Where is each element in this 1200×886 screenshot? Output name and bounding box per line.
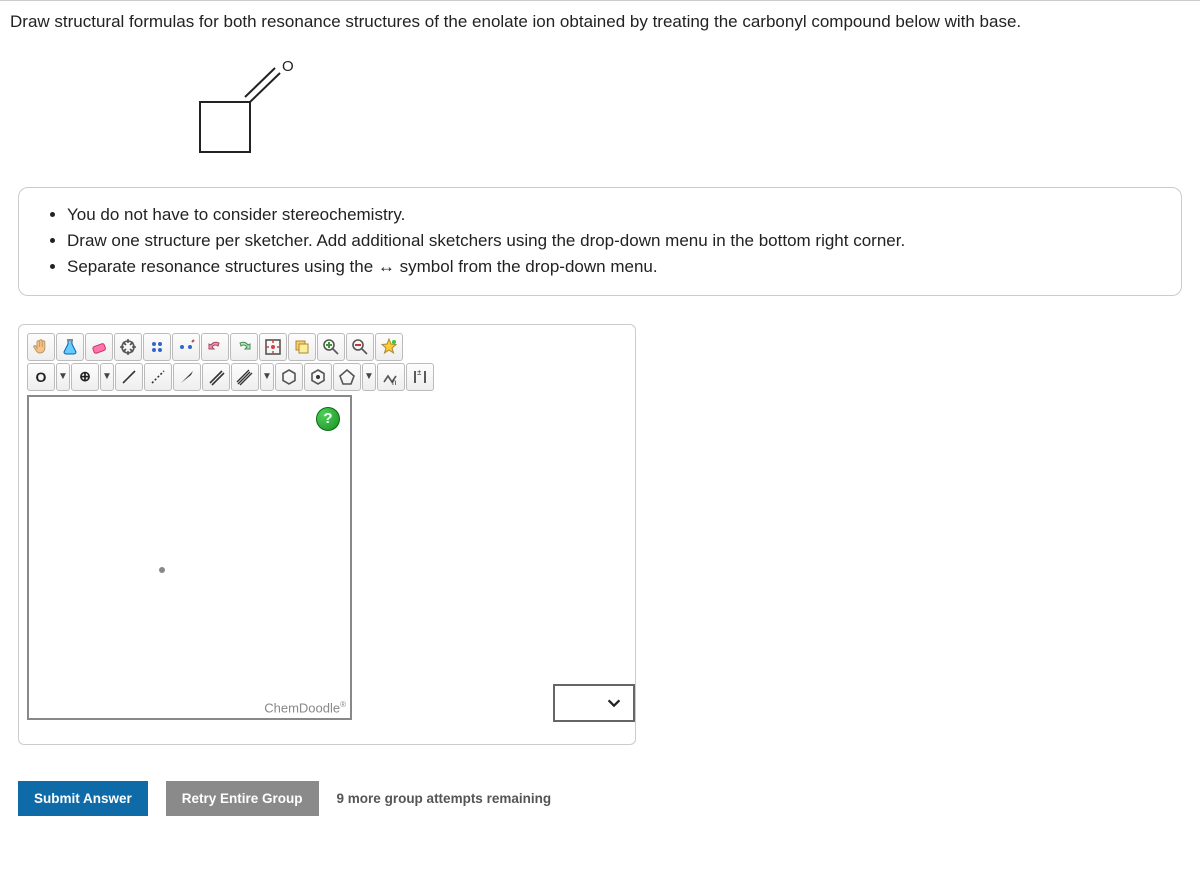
element-oxygen-button[interactable]: O	[27, 363, 55, 391]
wedge-bond-icon[interactable]	[173, 363, 201, 391]
toolbar-row-1	[27, 333, 627, 361]
add-charge-button-dropdown[interactable]: ▼	[100, 363, 114, 391]
add-sketcher-dropdown[interactable]	[553, 684, 635, 722]
bracket-charge-icon[interactable]: ±	[406, 363, 434, 391]
chevron-down-icon	[605, 694, 623, 712]
drawing-canvas[interactable]: ? ChemDoodle®	[27, 395, 352, 720]
molecule-diagram: O	[190, 47, 310, 167]
cyclohexane-alt-icon[interactable]	[304, 363, 332, 391]
zoom-in-icon[interactable]	[317, 333, 345, 361]
chain-tool-icon[interactable]: n	[377, 363, 405, 391]
center-icon[interactable]	[259, 333, 287, 361]
canvas-center-dot	[159, 567, 165, 573]
help-icon[interactable]: ?	[316, 407, 340, 431]
chemdoodle-sketcher: O▼⊕▼▼▼n± ? ChemDoodle®	[18, 324, 636, 745]
hint-item: Separate resonance structures using the …	[67, 254, 1163, 280]
zoom-out-icon[interactable]	[346, 333, 374, 361]
hand-icon[interactable]	[27, 333, 55, 361]
lone-pair-icon[interactable]	[143, 333, 171, 361]
svg-text:±: ±	[417, 368, 422, 377]
triple-bond-icon-dropdown[interactable]: ▼	[260, 363, 274, 391]
toolbar-row-2: O▼⊕▼▼▼n±	[27, 363, 627, 391]
copy-icon[interactable]	[288, 333, 316, 361]
action-row: Submit Answer Retry Entire Group 9 more …	[18, 781, 1190, 816]
question-text: Draw structural formulas for both resona…	[10, 9, 1190, 35]
star-tool-icon[interactable]	[375, 333, 403, 361]
single-bond-icon[interactable]	[115, 363, 143, 391]
radical-icon[interactable]	[172, 333, 200, 361]
flask-icon[interactable]	[56, 333, 84, 361]
double-bond-icon[interactable]	[202, 363, 230, 391]
hints-list: You do not have to consider stereochemis…	[37, 202, 1163, 281]
cyclopentane-icon[interactable]	[333, 363, 361, 391]
hint-item: Draw one structure per sketcher. Add add…	[67, 228, 1163, 254]
chemdoodle-brand: ChemDoodle®	[264, 700, 346, 715]
oxygen-label: O	[282, 58, 294, 75]
svg-text:n: n	[392, 378, 396, 387]
question-container: Draw structural formulas for both resona…	[0, 0, 1200, 846]
eraser-icon[interactable]	[85, 333, 113, 361]
redo-icon[interactable]	[230, 333, 258, 361]
recessed-bond-icon[interactable]	[144, 363, 172, 391]
element-oxygen-button-dropdown[interactable]: ▼	[56, 363, 70, 391]
submit-answer-button[interactable]: Submit Answer	[18, 781, 148, 816]
retry-group-button[interactable]: Retry Entire Group	[166, 781, 319, 816]
move-icon[interactable]	[114, 333, 142, 361]
hint-item: You do not have to consider stereochemis…	[67, 202, 1163, 228]
cyclohexane-icon[interactable]	[275, 363, 303, 391]
add-charge-button[interactable]: ⊕	[71, 363, 99, 391]
attempts-remaining-text: 9 more group attempts remaining	[337, 791, 552, 806]
hints-box: You do not have to consider stereochemis…	[18, 187, 1182, 296]
triple-bond-icon[interactable]	[231, 363, 259, 391]
cyclopentane-icon-dropdown[interactable]: ▼	[362, 363, 376, 391]
undo-icon[interactable]	[201, 333, 229, 361]
